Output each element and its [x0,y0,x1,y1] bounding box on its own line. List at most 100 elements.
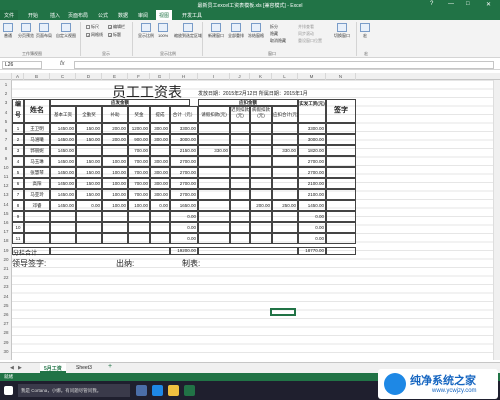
tab-file[interactable]: 文件 [0,10,18,20]
group-zoom-label: 显示比例 [160,51,176,56]
tab-data[interactable]: 数据 [118,12,128,19]
unhide-button[interactable]: 取消隐藏 [270,38,286,44]
row-header[interactable]: 9 [0,156,12,161]
next-sheet-arrow[interactable]: ▶ [14,363,26,373]
new-window-button[interactable]: 新建窗口 [208,23,224,39]
row-header[interactable]: 27 [0,321,12,326]
custom-views-button[interactable]: 自定义视图 [56,23,76,39]
tab-view[interactable]: 视图 [156,10,173,20]
ruler-checkbox[interactable]: 标尺 [86,24,99,30]
page-layout-view-button[interactable]: 页面布局 [36,23,52,39]
row-header[interactable]: 7 [0,137,12,142]
help-icon[interactable]: ? [430,1,433,7]
selected-cell[interactable] [270,308,296,316]
synchronous-scrolling-button[interactable]: 同步滚动 [298,31,314,37]
row-header[interactable]: 19 [0,248,12,253]
column-header[interactable]: M [298,73,326,80]
gridlines-checkbox[interactable]: ✓网格线 [86,32,103,38]
row-header[interactable]: 14 [0,202,12,207]
minimize-button[interactable]: — [448,1,454,7]
add-sheet-button[interactable]: + [104,363,116,373]
excel-icon[interactable] [184,385,195,396]
row-header[interactable]: 8 [0,146,12,151]
row-header[interactable]: 13 [0,192,12,197]
zoom-100-button[interactable]: 100% [158,23,168,38]
close-button[interactable]: ✕ [486,1,491,8]
row-header[interactable]: 16 [0,220,12,225]
table-cell: 200.00 [102,134,128,145]
row-header[interactable]: 28 [0,330,12,335]
row-header[interactable]: 24 [0,294,12,299]
vertical-scrollbar[interactable] [493,80,500,360]
row-header[interactable]: 3 [0,100,12,105]
select-all-corner[interactable] [0,73,12,80]
formula-input[interactable] [74,61,494,69]
row-header[interactable]: 4 [0,110,12,115]
freeze-panes-button[interactable]: 冻结窗格 [248,23,264,39]
view-side-by-side-button[interactable]: 并排查看 [298,24,314,30]
column-header[interactable]: G [150,73,170,80]
column-header[interactable]: B [24,73,50,80]
table-cell: 150.00 [76,156,102,167]
zoom-button[interactable]: 显示比例 [138,23,154,39]
column-header[interactable]: J [230,73,250,80]
edge-icon[interactable] [152,385,163,396]
sheet-tab-active[interactable]: 5月工资 [40,363,66,373]
tab-formulas[interactable]: 公式 [98,12,108,19]
tab-page-layout[interactable]: 页面布局 [68,12,88,19]
tab-insert[interactable]: 插入 [50,12,60,19]
row-header[interactable]: 20 [0,257,12,262]
row-header[interactable]: 21 [0,266,12,271]
row-header[interactable]: 15 [0,211,12,216]
row-header[interactable]: 5 [0,119,12,124]
switch-windows-button[interactable]: 切换窗口 [334,23,350,39]
column-header[interactable]: F [128,73,150,80]
row-header[interactable]: 29 [0,340,12,345]
column-header[interactable]: C [50,73,76,80]
tab-review[interactable]: 审阅 [138,12,148,19]
row-header[interactable]: 10 [0,165,12,170]
windows-start-icon[interactable] [4,386,13,395]
row-header[interactable]: 11 [0,174,12,179]
worksheet-grid[interactable]: 员工工资表 发放日期：2015年2月12日 所属日期：2015年1月 编号 姓名… [12,80,500,360]
page-break-preview-button[interactable]: 分页预览 [18,23,34,39]
arrange-all-button[interactable]: 全部重排 [228,23,244,39]
name-box[interactable]: L26 [2,61,42,69]
split-button[interactable]: 拆分 [270,24,278,30]
formula-bar-checkbox[interactable]: ✓编辑栏 [108,24,125,30]
row-header[interactable]: 23 [0,284,12,289]
reset-window-position-button[interactable]: 重设窗口位置 [298,38,322,44]
group-workbook-views-label: 工作簿视图 [22,51,42,56]
tab-home[interactable]: 开始 [28,12,38,19]
column-header[interactable]: I [198,73,230,80]
row-header[interactable]: 2 [0,91,12,96]
hide-button[interactable]: 隐藏 [270,31,278,37]
macros-button[interactable]: 宏 [360,23,370,39]
column-header[interactable]: A [12,73,24,80]
row-header[interactable]: 30 [0,349,12,354]
column-header[interactable]: K [250,73,272,80]
column-header[interactable]: L [272,73,298,80]
row-header[interactable]: 1 [0,82,12,87]
fx-icon[interactable]: fx [60,61,65,67]
sheet-tab[interactable]: Sheet3 [72,363,96,373]
row-header[interactable]: 18 [0,238,12,243]
column-header[interactable]: E [102,73,128,80]
maximize-button[interactable]: □ [466,1,470,7]
tab-developer[interactable]: 开发工具 [182,12,202,19]
column-header[interactable]: N [326,73,356,80]
row-header[interactable]: 25 [0,303,12,308]
row-header[interactable]: 6 [0,128,12,133]
task-view-icon[interactable] [136,385,147,396]
row-header[interactable]: 12 [0,183,12,188]
cortana-search[interactable]: 我是 Cortana，小娜。有问题尽管问我。 [18,384,130,397]
zoom-to-selection-button[interactable]: 缩放到选定区域 [174,23,202,39]
column-header[interactable]: H [170,73,198,80]
file-explorer-icon[interactable] [168,385,179,396]
row-header[interactable]: 22 [0,275,12,280]
normal-view-button[interactable]: 普通 [3,23,13,39]
headings-checkbox[interactable]: ✓标题 [108,32,121,38]
column-header[interactable]: D [76,73,102,80]
row-header[interactable]: 26 [0,312,12,317]
row-header[interactable]: 17 [0,229,12,234]
